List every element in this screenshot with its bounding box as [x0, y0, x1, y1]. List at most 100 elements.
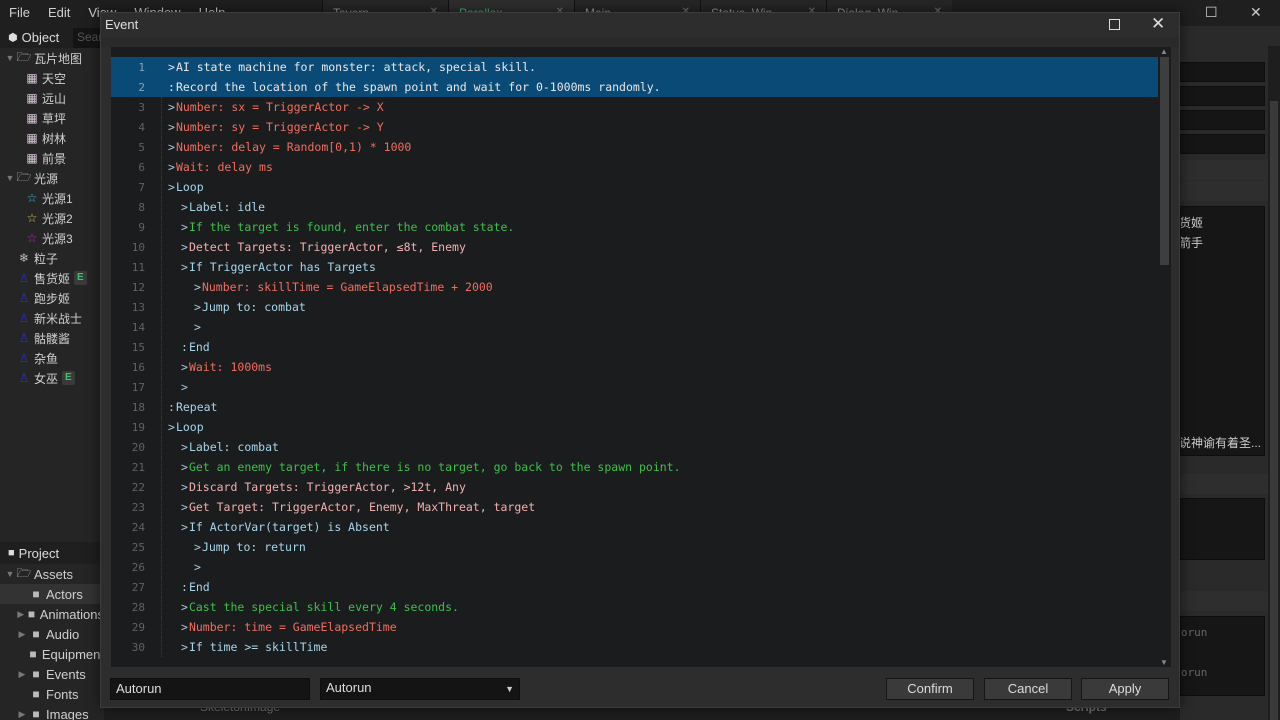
tree-item-label: Fonts — [46, 686, 79, 702]
inspector-list-item[interactable]: 弓箭手 — [1181, 233, 1264, 253]
window-close-icon[interactable]: ✕ — [1250, 4, 1262, 21]
tree-item-label: Events — [46, 666, 86, 682]
code-line[interactable]: 9 > If the target is found, enter the comb… — [111, 217, 1158, 237]
object-tree-item[interactable]: ♙ 售货姬 E — [0, 268, 104, 288]
project-tree-item[interactable]: ▼ 🗁 Assets — [0, 564, 104, 584]
expand-arrow-icon[interactable]: ▼ — [4, 53, 16, 63]
code-line[interactable]: 8 > Label: idle — [111, 197, 1158, 217]
maximize-icon[interactable] — [1109, 19, 1120, 30]
code-text: Get Target: TriggerActor, Enemy, MaxThre… — [188, 500, 536, 514]
code-line[interactable]: 26 > — [111, 557, 1158, 577]
inspector-field[interactable] — [1180, 86, 1265, 106]
code-line[interactable]: 2: Record the location of the spawn point… — [111, 77, 1158, 97]
inspector-event-item[interactable]: Autorun — [1181, 663, 1264, 683]
code-line[interactable]: 23 > Get Target: TriggerActor, Enemy, MaxT… — [111, 497, 1158, 517]
code-line[interactable]: 11 > If TriggerActor has Targets — [111, 257, 1158, 277]
inspector-list-item[interactable]: 售货姬 — [1181, 213, 1264, 233]
code-line[interactable]: 17 > — [111, 377, 1158, 397]
code-line[interactable]: 3 > Number: sx = TriggerActor -> X — [111, 97, 1158, 117]
object-tree-item[interactable]: ▦ 天空 — [0, 68, 104, 88]
menu-edit[interactable]: Edit — [39, 0, 79, 26]
event-type-select[interactable]: Autorun ▼ — [320, 678, 520, 700]
object-tree-item[interactable]: ▦ 树林 — [0, 128, 104, 148]
project-tree-item[interactable]: ▶ ■ Animations — [0, 604, 104, 624]
project-tree-item[interactable]: ▶ ■ Events — [0, 664, 104, 684]
inspector-field[interactable] — [1180, 62, 1265, 82]
expand-arrow-icon[interactable]: ▼ — [4, 173, 16, 183]
code-editor[interactable]: 1 > AI state machine for monster: attack, … — [111, 47, 1171, 667]
expand-arrow-icon[interactable]: ▶ — [16, 669, 28, 680]
code-line[interactable]: 10 > Detect Targets: TriggerActor, ≤8t, En… — [111, 237, 1158, 257]
menu-file[interactable]: File — [0, 0, 39, 26]
code-line[interactable]: 14 > — [111, 317, 1158, 337]
scroll-up-icon[interactable]: ▲ — [1160, 47, 1168, 56]
code-line[interactable]: 30 > If time >= skillTime — [111, 637, 1158, 657]
project-tree-item[interactable]: ■ Actors — [0, 584, 104, 604]
inspector-field[interactable] — [1180, 110, 1265, 130]
editor-scrollbar[interactable]: ▲ ▼ — [1158, 47, 1171, 667]
object-tree-item[interactable]: ▦ 远山 — [0, 88, 104, 108]
command-marker-icon: > — [181, 600, 188, 614]
code-line[interactable]: 12 > Number: skillTime = GameElapsedTime +… — [111, 277, 1158, 297]
command-marker-icon: > — [181, 360, 188, 374]
code-line[interactable]: 6 > Wait: delay ms — [111, 157, 1158, 177]
object-tree-item[interactable]: ▼ 🗁 光源 — [0, 168, 104, 188]
expand-arrow-icon[interactable]: ▶ — [16, 709, 28, 720]
scroll-down-icon[interactable]: ▼ — [1160, 658, 1168, 667]
code-line[interactable]: 27: End — [111, 577, 1158, 597]
object-tree-item[interactable]: ▦ 草坪 — [0, 108, 104, 128]
code-line[interactable]: 1 > AI state machine for monster: attack, … — [111, 57, 1158, 77]
code-line[interactable]: 13 > Jump to: combat — [111, 297, 1158, 317]
project-tree-item[interactable]: ▶ ■ Images — [0, 704, 104, 720]
code-line[interactable]: 16 > Wait: 1000ms — [111, 357, 1158, 377]
tree-item-label: Equipment — [41, 646, 104, 662]
code-line[interactable]: 29 > Number: time = GameElapsedTime — [111, 617, 1158, 637]
object-tree-item[interactable]: ♙ 骷髅酱 — [0, 328, 104, 348]
folder-open-icon: 🗁 — [16, 565, 32, 580]
inspector-event-item[interactable]: Autorun — [1181, 623, 1264, 643]
apply-button[interactable]: Apply — [1081, 678, 1169, 700]
block-end-marker-icon: : — [181, 580, 188, 594]
event-name-input[interactable]: Autorun — [110, 678, 310, 700]
scrollbar-thumb[interactable] — [1270, 101, 1278, 720]
object-tree-item[interactable]: ♙ 女巫 E — [0, 368, 104, 388]
object-tree-item[interactable]: ☆ 光源1 — [0, 188, 104, 208]
expand-arrow-icon[interactable]: ▼ — [4, 569, 16, 579]
object-tree-item[interactable]: ▦ 前景 — [0, 148, 104, 168]
object-tree-item[interactable]: ☆ 光源3 — [0, 228, 104, 248]
code-line[interactable]: 22 > Discard Targets: TriggerActor, >12t, … — [111, 477, 1158, 497]
code-line[interactable]: 21 > Get an enemy target, if there is no t… — [111, 457, 1158, 477]
code-line[interactable]: 20 > Label: combat — [111, 437, 1158, 457]
object-tree-item[interactable]: ♙ 杂鱼 — [0, 348, 104, 368]
code-line[interactable]: 4 > Number: sy = TriggerActor -> Y — [111, 117, 1158, 137]
code-line[interactable]: 24 > If ActorVar(target) is Absent — [111, 517, 1158, 537]
expand-arrow-icon[interactable]: ▶ — [16, 609, 25, 620]
cancel-button[interactable]: Cancel — [984, 678, 1072, 700]
code-line[interactable]: 18: Repeat — [111, 397, 1158, 417]
object-tree-item[interactable]: ▼ 🗁 瓦片地图 — [0, 48, 104, 68]
folder-icon: ■ — [29, 647, 37, 661]
inspector-scrollbar[interactable] — [1268, 46, 1280, 720]
code-line[interactable]: 19 > Loop — [111, 417, 1158, 437]
expand-arrow-icon[interactable]: ▶ — [16, 629, 28, 640]
object-tree-item[interactable]: ☆ 光源2 — [0, 208, 104, 228]
code-line[interactable]: 5 > Number: delay = Random[0,1) * 1000 — [111, 137, 1158, 157]
tree-item-label: 粒子 — [34, 251, 59, 266]
command-marker-icon: > — [181, 640, 188, 654]
code-line[interactable]: 25 > Jump to: return — [111, 537, 1158, 557]
project-tree-item[interactable]: ▶ ■ Audio — [0, 624, 104, 644]
code-line[interactable]: 7 > Loop — [111, 177, 1158, 197]
code-line[interactable]: 15: End — [111, 337, 1158, 357]
confirm-button[interactable]: Confirm — [886, 678, 974, 700]
code-line[interactable]: 28 > Cast the special skill every 4 second… — [111, 597, 1158, 617]
project-tree-item[interactable]: ■ Equipment — [0, 644, 104, 664]
window-maximize-icon[interactable]: ☐ — [1205, 4, 1218, 21]
line-number: 11 — [131, 260, 145, 274]
object-tree-item[interactable]: ❄ 粒子 — [0, 248, 104, 268]
scrollbar-thumb[interactable] — [1160, 57, 1169, 265]
object-tree-item[interactable]: ♙ 跑步姬 — [0, 288, 104, 308]
project-tree-item[interactable]: ■ Fonts — [0, 684, 104, 704]
inspector-field[interactable] — [1180, 134, 1265, 154]
object-tree-item[interactable]: ♙ 新米战士 — [0, 308, 104, 328]
close-icon[interactable]: ✕ — [1151, 14, 1165, 34]
